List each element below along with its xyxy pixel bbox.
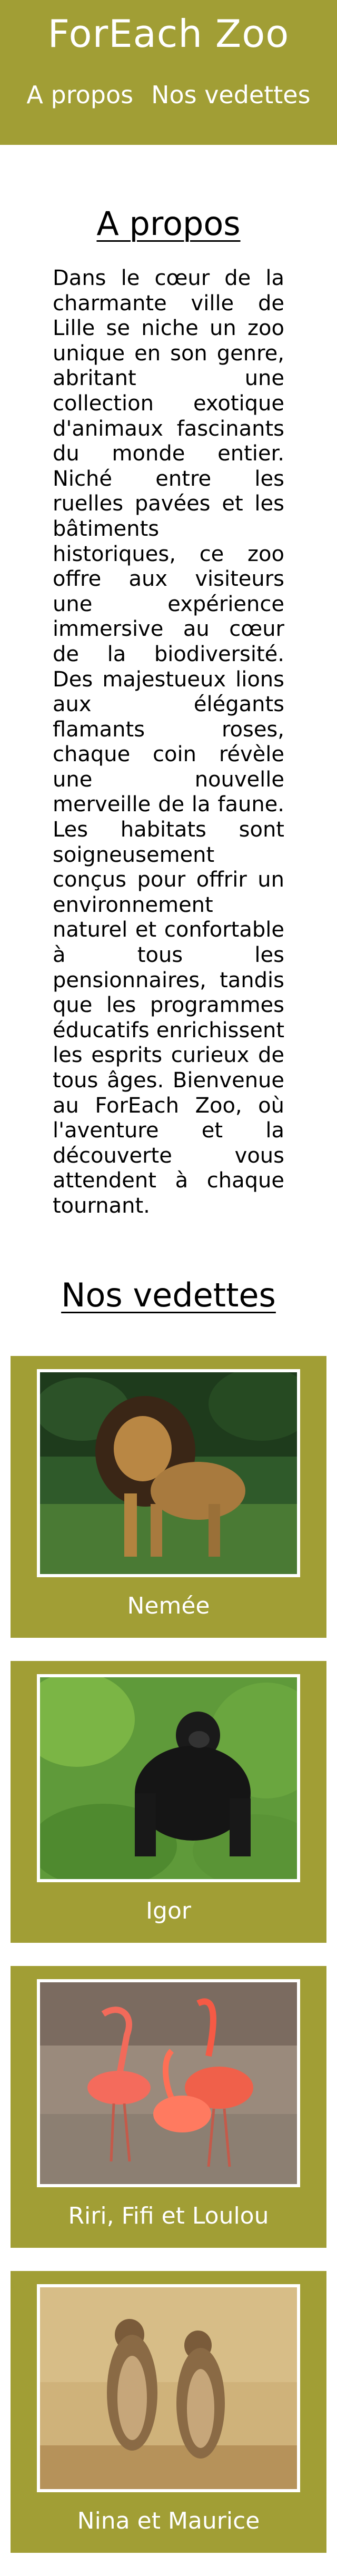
star-card-flamingos: Riri, Fifi et Loulou xyxy=(11,1965,326,2248)
star-name: Nina et Maurice xyxy=(77,2507,260,2534)
site-header: ForEach Zoo A propos Nos vedettes xyxy=(0,0,337,145)
star-card-igor: Igor xyxy=(11,1660,326,1943)
stars-list: Nemée Igor Riri, Fifi et Loulou Nina et … xyxy=(0,1355,337,2553)
gorilla-photo xyxy=(37,1674,300,1882)
nav-link-stars[interactable]: Nos vedettes xyxy=(151,79,311,111)
star-name: Nemée xyxy=(127,1592,210,1619)
stars-section: Nos vedettes Nemée Igor Riri, Fifi et Lo… xyxy=(0,1269,337,2553)
star-name: Riri, Fifi et Loulou xyxy=(68,2202,269,2229)
star-card-meerkats: Nina et Maurice xyxy=(11,2270,326,2553)
meerkats-photo xyxy=(37,2284,300,2492)
about-title: A propos xyxy=(96,204,241,243)
stars-title: Nos vedettes xyxy=(61,1275,276,1314)
site-title: ForEach Zoo xyxy=(47,12,290,56)
about-section: A propos Dans le cœur de la charmante vi… xyxy=(0,198,337,1219)
star-name: Igor xyxy=(146,1897,191,1924)
main-nav: A propos Nos vedettes xyxy=(26,79,310,111)
flamingos-photo xyxy=(37,1979,300,2187)
lion-photo xyxy=(37,1369,300,1577)
nav-link-about[interactable]: A propos xyxy=(26,79,133,111)
about-text: Dans le cœur de la charmante ville de Li… xyxy=(53,266,284,1218)
star-card-nemee: Nemée xyxy=(11,1355,326,1638)
